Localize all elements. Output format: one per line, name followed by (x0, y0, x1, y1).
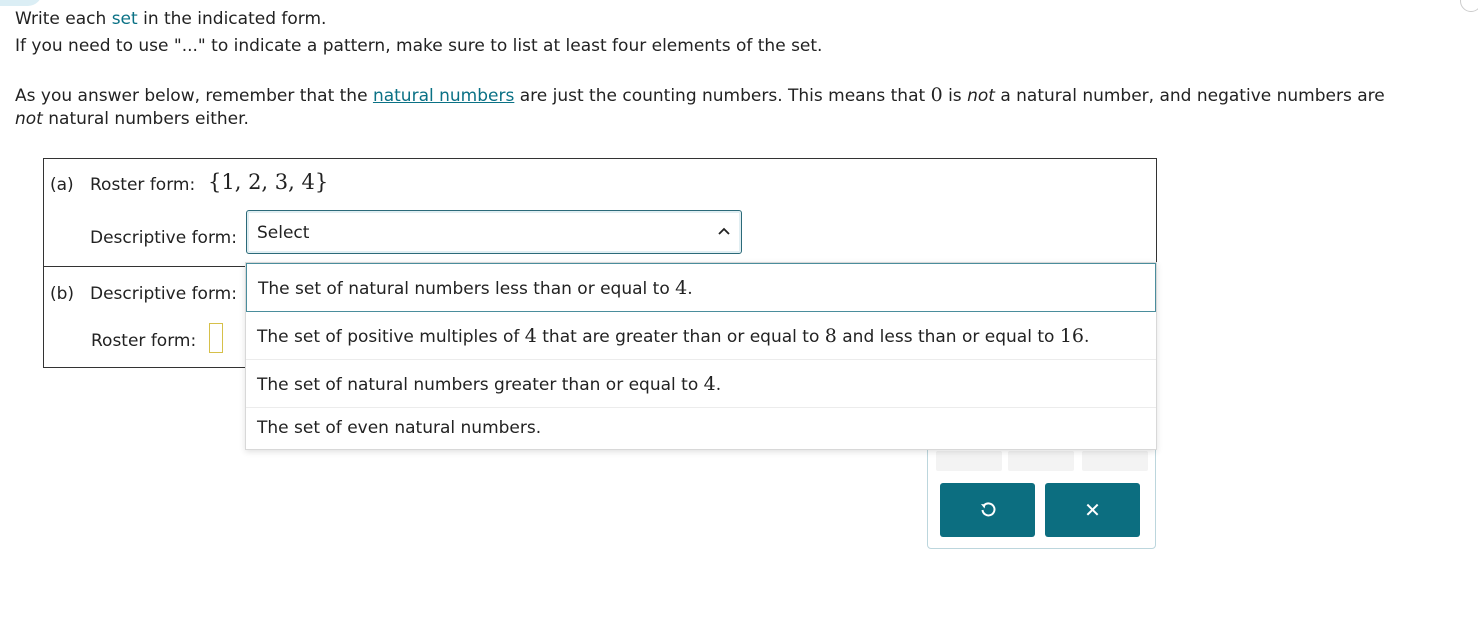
option-number: 8 (824, 325, 837, 347)
option-multiples-of-4[interactable]: The set of positive multiples of 4 that … (246, 312, 1156, 360)
option-number: 16 (1059, 325, 1085, 347)
option-greater-equal-4[interactable]: The set of natural numbers greater than … (246, 360, 1156, 408)
option-text: The set of even natural numbers. (257, 418, 542, 438)
close-button[interactable]: ✕ (1045, 483, 1140, 537)
roster-answer-input[interactable] (209, 323, 223, 353)
instruction-text: is (948, 86, 962, 106)
option-text: and less than or equal to (842, 327, 1055, 347)
descriptive-form-select[interactable]: Select (246, 210, 742, 254)
instruction-text: in the indicated form. (143, 9, 327, 29)
part-b-descriptive-label: Descriptive form: (90, 284, 237, 304)
chevron-up-icon (718, 227, 730, 235)
select-value: Select (257, 223, 310, 243)
instruction-line-2: If you need to use "..." to indicate a p… (15, 36, 823, 56)
option-less-equal-4[interactable]: The set of natural numbers less than or … (246, 263, 1156, 312)
part-b-roster-label: Roster form: (91, 331, 197, 351)
set-link[interactable]: set (112, 9, 138, 29)
option-number: 4 (703, 373, 716, 395)
natural-numbers-link[interactable]: natural numbers (373, 86, 514, 106)
emphasis-not: not (967, 86, 995, 106)
instruction-line-1: Write each set in the indicated form. (15, 9, 326, 29)
keypad-key[interactable] (1082, 451, 1148, 471)
part-a-roster-value: {1, 2, 3, 4} (208, 170, 329, 194)
option-even-natural[interactable]: The set of even natural numbers. (246, 408, 1156, 448)
instruction-line-4: not natural numbers either. (15, 109, 249, 129)
instruction-text: a natural number, and negative numbers a… (1000, 86, 1385, 106)
instruction-text: natural numbers either. (48, 109, 249, 129)
reset-button[interactable] (940, 483, 1035, 537)
corner-decoration-right (1460, 0, 1478, 12)
option-number: 4 (524, 325, 537, 347)
option-number: 4 (675, 277, 688, 299)
close-icon: ✕ (1084, 498, 1101, 522)
emphasis-not: not (15, 109, 43, 129)
instruction-text: As you answer below, remember that the (15, 86, 368, 106)
math-zero: 0 (930, 84, 943, 106)
part-b-label: (b) (50, 284, 75, 304)
option-text: . (715, 375, 722, 395)
keypad-key[interactable] (936, 451, 1002, 471)
part-a-label: (a) (50, 175, 74, 195)
option-text: . (687, 279, 693, 299)
keypad-key[interactable] (1008, 451, 1074, 471)
corner-decoration (0, 0, 42, 6)
descriptive-form-options: The set of natural numbers less than or … (245, 262, 1157, 450)
option-text: The set of natural numbers greater than … (257, 375, 699, 395)
part-a-roster-label: Roster form: (90, 175, 196, 195)
option-text: The set of natural numbers less than or … (258, 279, 670, 299)
option-text: . (1084, 327, 1090, 347)
undo-icon (980, 502, 995, 517)
option-text: that are greater than or equal to (542, 327, 820, 347)
instruction-text: Write each (15, 9, 107, 29)
instruction-line-3: As you answer below, remember that the n… (15, 84, 1385, 106)
part-a-descriptive-label: Descriptive form: (90, 228, 237, 248)
instruction-text: are just the counting numbers. This mean… (519, 86, 926, 106)
option-text: The set of positive multiples of (257, 327, 520, 347)
